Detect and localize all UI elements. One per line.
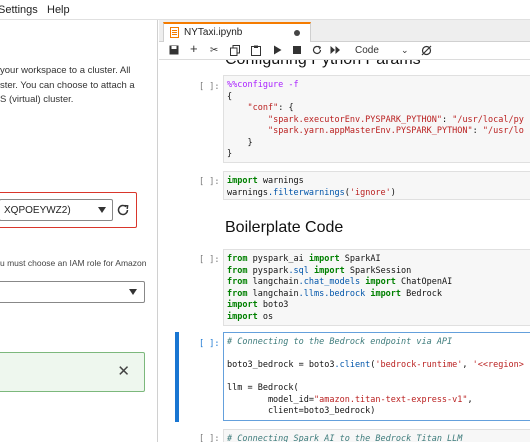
success-notification: ✕ — [0, 352, 145, 392]
cluster-select-highlight: XQPOEYWZ2) — [0, 192, 137, 228]
code-line: warnings.filterwarnings('ignore') — [227, 187, 396, 198]
iam-role-note: u must choose an IAM role for Amazon — [0, 258, 147, 268]
code-line: client=boto3_bedrock) — [227, 406, 376, 416]
unsaved-dot-icon[interactable] — [294, 30, 300, 36]
description-line: S (virtual) cluster. — [0, 94, 74, 105]
cell-code: # Connecting Spark AI to the Bedrock Tit… — [224, 430, 530, 442]
description-line: ster. You can choose to attach a — [0, 79, 135, 91]
menu-help[interactable]: Help — [47, 4, 70, 16]
chevron-down-icon[interactable]: ⌄ — [401, 45, 409, 56]
code-cell[interactable]: # Connecting Spark AI to the Bedrock Tit… — [223, 429, 530, 442]
restart-icon[interactable] — [312, 45, 322, 57]
code-line: "conf": { — [247, 103, 294, 113]
code-cell[interactable]: import warnings warnings.filterwarnings('… — [223, 171, 530, 200]
run-icon[interactable] — [273, 45, 282, 57]
markdown-heading: Configuring Python Params — [225, 60, 421, 69]
tab-bar: NYTaxi.ipynb — [159, 20, 530, 42]
tab-notebook[interactable]: NYTaxi.ipynb — [163, 22, 311, 42]
code-line: import os — [227, 311, 274, 322]
code-cell-active[interactable]: # Connecting to the Bedrock endpoint via… — [223, 332, 530, 421]
paste-icon[interactable] — [251, 45, 261, 57]
cluster-select-value: XQPOEYWZ2) — [4, 205, 71, 216]
code-line: "spark.yarn.appMasterEnv.PYSPARK_PYTHON"… — [267, 126, 524, 136]
code-line: import warnings — [227, 176, 304, 186]
description-line: your workspace to a cluster. All — [0, 65, 131, 76]
code-cell[interactable]: from pyspark_ai import SparkAI from pyspa… — [223, 249, 530, 326]
cell-code: import warnings warnings.filterwarnings('… — [224, 172, 530, 199]
menu-settings[interactable]: Settings — [0, 4, 38, 16]
close-icon[interactable]: ✕ — [117, 364, 130, 379]
cell-prompt: [ ]: — [199, 177, 220, 187]
code-line: from langchain.llms.bedrock import Bedro… — [227, 288, 442, 299]
code-line: from pyspark_ai import SparkAI — [227, 254, 381, 264]
save-icon[interactable] — [169, 45, 179, 57]
cell-code: %%configure -f{ "conf": { "spark.executo… — [224, 76, 530, 161]
cell-prompt: [ ]: — [199, 82, 220, 92]
markdown-heading: Boilerplate Code — [225, 219, 344, 236]
code-line: llm = Bedrock( — [227, 383, 299, 393]
code-line: "spark.executorEnv.PYSPARK_PYTHON": "/us… — [267, 114, 524, 125]
code-line: import boto3 — [227, 300, 289, 310]
add-cell-icon[interactable]: + — [190, 42, 198, 55]
tab-title: NYTaxi.ipynb — [184, 27, 243, 38]
code-line: boto3_bedrock = boto3.client('bedrock-ru… — [227, 360, 524, 370]
kernel-select[interactable]: Code — [355, 45, 379, 56]
code-cell[interactable]: %%configure -f{ "conf": { "spark.executo… — [223, 75, 530, 163]
cell-prompt: [ ]: — [199, 434, 220, 442]
cell-code: from pyspark_ai import SparkAI from pyspa… — [224, 250, 530, 323]
panel-description: your workspace to a cluster. All ster. Y… — [0, 64, 150, 108]
notebook-toolbar: + ✂ Code ⌄ — [159, 42, 530, 60]
dropdown-caret-icon — [98, 207, 106, 213]
stop-icon[interactable] — [293, 45, 301, 57]
fast-forward-icon[interactable] — [330, 45, 341, 57]
code-line: model_id="amazon.titan-text-express-v1", — [227, 394, 473, 405]
cut-icon[interactable]: ✂ — [210, 45, 218, 57]
iam-role-select[interactable] — [0, 281, 145, 303]
refresh-icon[interactable] — [115, 200, 131, 220]
code-line: } — [227, 137, 253, 148]
git-icon[interactable] — [421, 45, 432, 57]
code-line: # Connecting to the Bedrock endpoint via… — [227, 337, 453, 347]
copy-icon[interactable] — [230, 45, 240, 57]
active-cell-indicator — [175, 332, 179, 422]
code-line: %%configure -f — [227, 80, 299, 90]
cluster-select[interactable]: XQPOEYWZ2) — [0, 199, 113, 221]
cell-prompt: [ ]: — [199, 255, 220, 265]
code-line: from pyspark.sql import SparkSession — [227, 265, 412, 276]
code-line: # Connecting Spark AI to the Bedrock Tit… — [227, 434, 463, 442]
notebook-area: NYTaxi.ipynb + ✂ Code ⌄ []: %%configure… — [159, 20, 530, 442]
cluster-config-panel: your workspace to a cluster. All ster. Y… — [0, 20, 158, 442]
notebook-icon — [170, 27, 179, 38]
dropdown-caret-icon — [129, 289, 137, 295]
cell-prompt: [ ]: — [199, 339, 220, 349]
menu-bar: Settings Help — [0, 0, 530, 20]
notebook-cells: Configuring Python Params [ ]: %%configu… — [159, 60, 530, 442]
cell-code: # Connecting to the Bedrock endpoint via… — [224, 333, 530, 418]
code-line: } — [227, 149, 233, 159]
code-line: from langchain.chat_models import ChatOp… — [227, 277, 453, 287]
code-line: { — [227, 91, 233, 102]
